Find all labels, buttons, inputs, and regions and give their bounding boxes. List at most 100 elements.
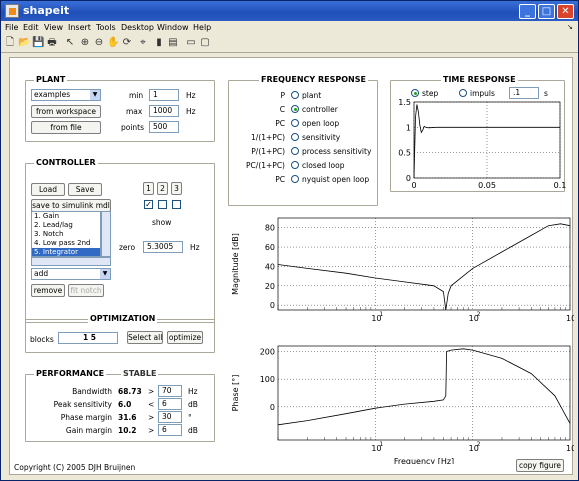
show-tools-icon[interactable]: ▢ [199,37,211,49]
close-button[interactable]: ✕ [557,4,574,19]
menu-insert[interactable]: Insert [68,23,91,32]
y-tick-label: 100 [260,375,275,384]
perf-target-input[interactable]: 6 [158,398,182,410]
freq-radio[interactable] [291,91,299,99]
x-tick-label: 10 [566,444,574,453]
y-axis-label: Phase [°] [231,375,240,412]
min-freq-input[interactable]: 1 [149,89,179,101]
freq-option-label: plant [302,91,322,100]
block-1-button[interactable]: 1 [143,182,154,195]
list-item-selected[interactable]: 5. Integrator [32,248,100,256]
fit-notch-button[interactable]: fit notch [68,284,104,297]
min-label: min [129,91,144,100]
zoom-out-icon[interactable]: ⊖ [93,37,105,49]
perf-target-input[interactable]: 30 [158,411,182,423]
menu-view[interactable]: View [44,23,63,32]
maximize-button[interactable]: □ [538,4,555,19]
perf-unit: dB [188,426,198,435]
plot-frame [277,217,571,311]
save-icon[interactable]: 💾 [32,37,44,49]
freq-key-label: P [280,91,285,100]
add-block-select[interactable]: add ▼ [31,268,111,280]
controller-title: CONTROLLER [34,158,98,167]
minimize-button[interactable]: _ [519,4,536,19]
y-tick-label: 0 [270,301,275,310]
list-item[interactable]: 2. Lead/lag [32,221,100,230]
perf-value: 6.0 [118,400,132,409]
menu-tools[interactable]: Tools [96,23,116,32]
freq-radio[interactable] [291,105,299,113]
from-workspace-button[interactable]: from workspace [31,105,101,118]
time-response-plot[interactable]: 0 0.5 1 1.5 0 0.05 0.1 [390,96,575,196]
list-scrollbar[interactable] [101,211,111,257]
new-file-icon[interactable]: 🗋 [4,37,16,49]
freq-response-title: FREQUENCY RESPONSE [259,75,368,84]
blocks-input[interactable]: 1 5 [58,332,118,344]
x-tick-label: 0.1 [554,181,567,190]
x-tick-label: 10 [566,314,574,323]
x-tick-exponent: 1 [379,441,383,448]
controller-panel: CONTROLLER Load Save save to simulink md… [25,158,215,323]
performance-title: PERFORMANCE [34,369,107,378]
points-input[interactable]: 500 [149,121,179,133]
list-item[interactable]: 1. Gain [32,212,100,221]
freq-radio[interactable] [291,147,299,155]
pan-icon[interactable]: ✋ [107,37,119,49]
controller-block-list[interactable]: 1. Gain 2. Lead/lag 3. Notch 4. Low pass… [31,211,101,257]
freq-radio[interactable] [291,175,299,183]
block-2-button[interactable]: 2 [157,182,168,195]
perf-target-input[interactable]: 70 [158,385,182,397]
menu-help[interactable]: Help [193,23,211,32]
chevron-down-icon: ▼ [90,90,100,100]
pointer-icon[interactable]: ↖ [64,37,76,49]
menu-desktop[interactable]: Desktop [121,23,154,32]
magnitude-plot[interactable]: 020406080101102103Magnitude [dB] [228,210,574,330]
optimize-button[interactable]: optimize [167,331,203,344]
perf-operator: > [148,426,155,435]
open-file-icon[interactable]: 📂 [18,37,30,49]
save-button[interactable]: Save [68,183,102,196]
legend-icon[interactable]: ▤ [167,37,179,49]
max-unit: Hz [186,107,196,116]
rotate-icon[interactable]: ⟳ [121,37,133,49]
y-tick-label: 40 [265,262,275,271]
freq-option-label: open loop [302,119,340,128]
hide-tools-icon[interactable]: ▭ [185,37,197,49]
list-item[interactable]: 3. Notch [32,230,100,239]
show-1-checkbox[interactable]: ✓ [144,200,153,209]
show-label: show [152,218,172,227]
y-tick-label: 20 [265,282,275,291]
add-select-label: add [34,269,49,278]
menu-edit[interactable]: Edit [23,23,39,32]
list-hscrollbar[interactable] [31,257,111,266]
colorbar-icon[interactable]: ▮ [153,37,165,49]
menu-window[interactable]: Window [157,23,189,32]
plant-source-select[interactable]: examples ▼ [31,89,101,101]
zero-label: zero [119,243,136,252]
menu-file[interactable]: File [5,23,18,32]
y-tick-label: 0 [270,403,275,412]
list-item[interactable]: 4. Low pass 2nd [32,239,100,248]
show-2-checkbox[interactable] [158,200,167,209]
zoom-in-icon[interactable]: ⊕ [79,37,91,49]
freq-radio[interactable] [291,161,299,169]
block-3-button[interactable]: 3 [171,182,182,195]
data-cursor-icon[interactable]: ⌖ [137,37,149,49]
freq-radio[interactable] [291,119,299,127]
optimization-panel: OPTIMIZATION blocks 1 5 Select all optim… [25,314,215,353]
print-icon[interactable]: 🖶 [46,37,58,49]
load-button[interactable]: Load [31,183,65,196]
show-3-checkbox[interactable] [172,200,181,209]
y-tick-label: 1.5 [398,98,411,107]
dock-arrow-icon[interactable]: ↘ [567,23,573,31]
remove-button[interactable]: remove [31,284,65,297]
phase-plot[interactable]: 0100200101102103Phase [°]Frequency [Hz] [228,336,574,464]
from-file-button[interactable]: from file [31,121,101,134]
max-freq-input[interactable]: 1000 [149,105,179,117]
perf-target-input[interactable]: 6 [158,424,182,436]
plot-frame [277,345,571,441]
freq-key-label: P/(1+PC) [251,147,285,156]
freq-radio[interactable] [291,133,299,141]
zero-input[interactable]: 5.3005 [143,241,183,253]
select-all-button[interactable]: Select all [127,331,163,344]
